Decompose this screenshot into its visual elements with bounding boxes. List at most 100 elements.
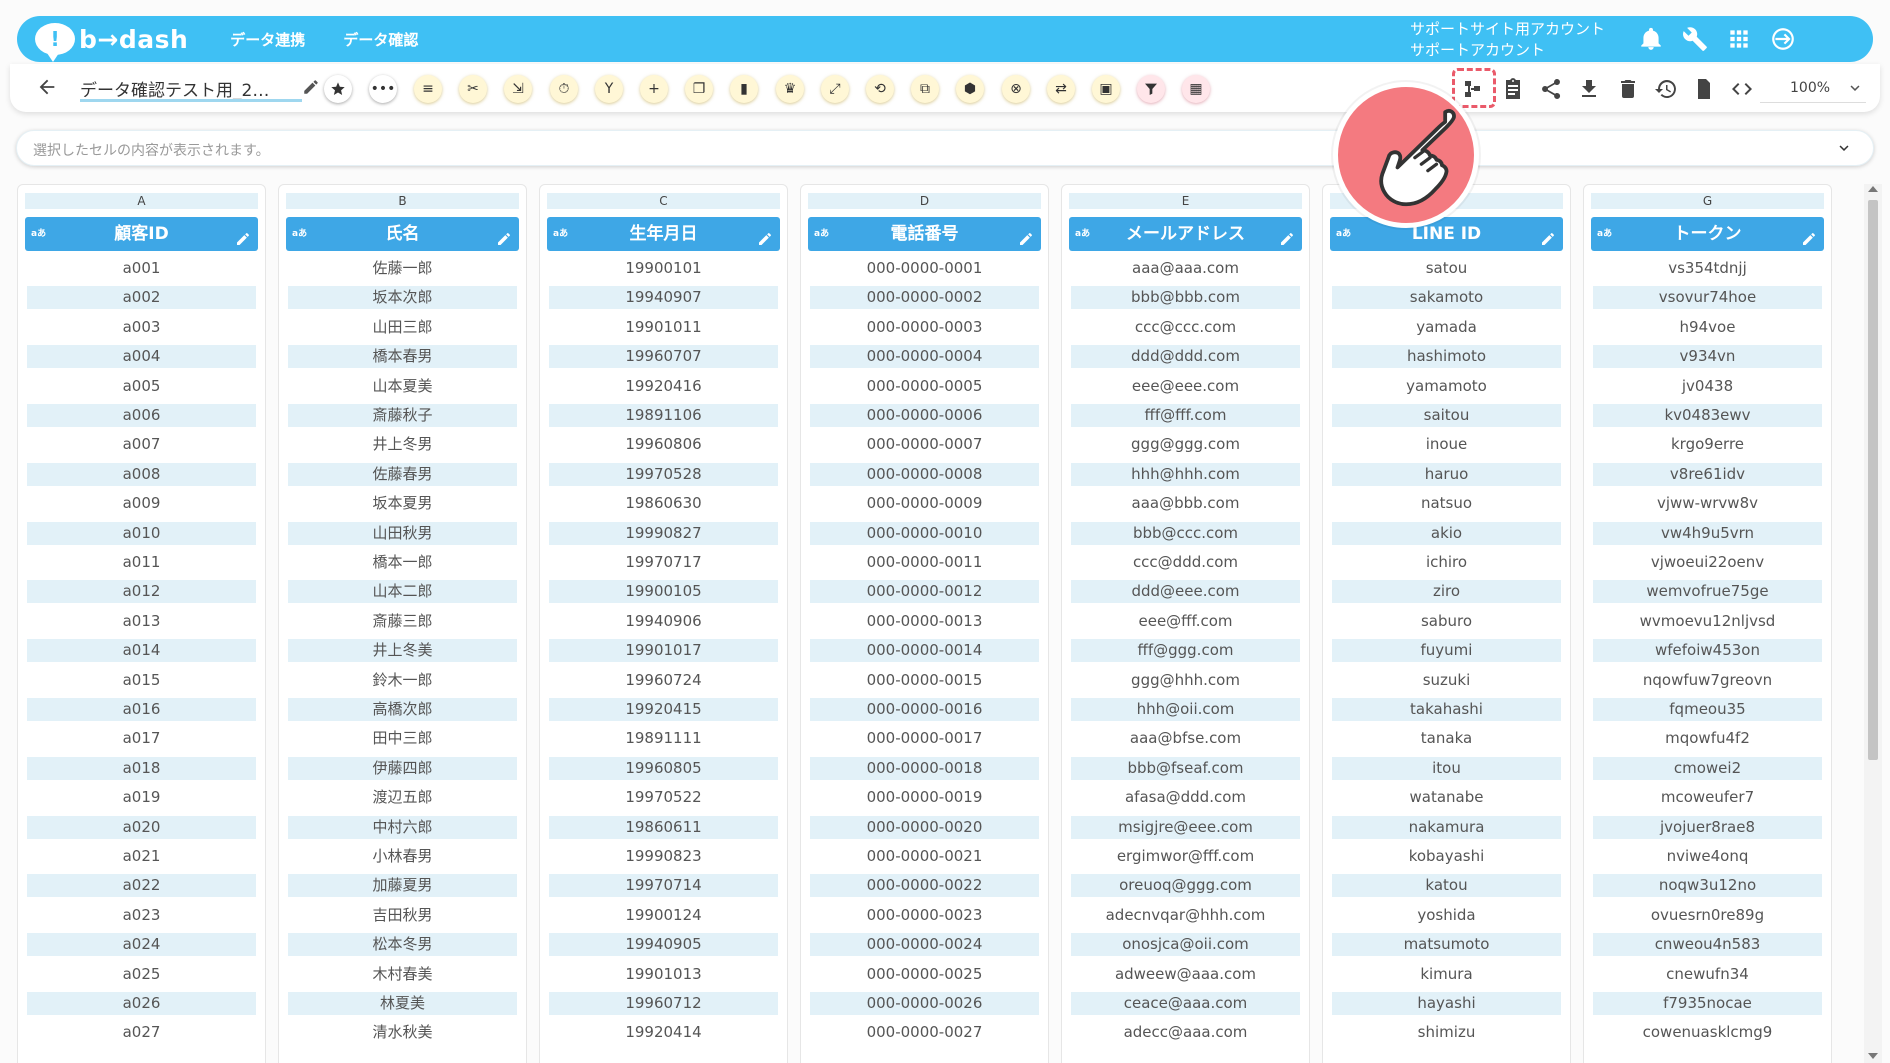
frame-icon[interactable]: ▣ <box>1092 75 1120 103</box>
table-cell[interactable]: fff@fff.com <box>1071 404 1300 427</box>
table-cell[interactable]: 斎藤三郎 <box>288 610 517 633</box>
history-icon[interactable] <box>1652 75 1680 103</box>
table-cell[interactable]: a019 <box>27 786 256 809</box>
table-cell[interactable]: yamada <box>1332 316 1561 339</box>
table-cell[interactable]: 山田三郎 <box>288 316 517 339</box>
column-letter[interactable]: B <box>286 193 519 209</box>
table-cell[interactable]: 000-0000-0019 <box>810 786 1039 809</box>
copy-icon[interactable]: ❐ <box>685 75 713 103</box>
table-cell[interactable]: 000-0000-0022 <box>810 874 1039 898</box>
table-cell[interactable]: bbb@ccc.com <box>1071 521 1300 545</box>
filter-icon[interactable] <box>1137 75 1165 103</box>
table-cell[interactable]: oreuoq@ggg.com <box>1071 874 1300 898</box>
swap-icon[interactable]: ⇄ <box>1047 75 1075 103</box>
column-letter[interactable]: A <box>25 193 258 209</box>
table-cell[interactable]: vjwoeui22oenv <box>1593 551 1822 574</box>
code-icon[interactable] <box>1728 75 1756 103</box>
table-cell[interactable]: hhh@oii.com <box>1071 698 1300 721</box>
table-cell[interactable]: 中村六郎 <box>288 815 517 839</box>
pencil-icon[interactable] <box>1278 225 1296 245</box>
table-cell[interactable]: a024 <box>27 933 256 957</box>
chevron-down-icon[interactable] <box>1835 139 1855 159</box>
scroll-thumb[interactable] <box>1868 200 1878 760</box>
table-cell[interactable]: eee@fff.com <box>1071 610 1300 633</box>
table-cell[interactable]: 000-0000-0017 <box>810 727 1039 750</box>
table-cell[interactable]: watanabe <box>1332 786 1561 809</box>
table-cell[interactable]: 000-0000-0009 <box>810 492 1039 515</box>
table-cell[interactable]: fff@ggg.com <box>1071 639 1300 663</box>
vertical-scrollbar[interactable] <box>1864 184 1882 1063</box>
refresh-file-icon[interactable] <box>1690 75 1718 103</box>
table-cell[interactable]: krgo9erre <box>1593 433 1822 456</box>
zoom-select[interactable]: 100% <box>1760 73 1866 103</box>
account-info[interactable]: サポートサイト用アカウント サポートアカウント <box>1410 19 1605 61</box>
table-cell[interactable]: a007 <box>27 433 256 456</box>
branch-icon[interactable]: Y <box>595 75 623 103</box>
table-cell[interactable]: ggg@hhh.com <box>1071 669 1300 692</box>
nav-data-check[interactable]: データ確認 <box>343 29 418 50</box>
table-cell[interactable]: msigjre@eee.com <box>1071 815 1300 839</box>
column-letter[interactable]: C <box>547 193 780 209</box>
table-cell[interactable]: 19970522 <box>549 786 778 809</box>
table-cell[interactable]: jvojuer8rae8 <box>1593 815 1822 839</box>
repeat-icon[interactable]: ⟲ <box>866 75 894 103</box>
back-arrow-icon[interactable] <box>36 76 58 98</box>
table-cell[interactable]: 19960724 <box>549 669 778 692</box>
table-cell[interactable]: cnweou4n583 <box>1593 933 1822 957</box>
document-title[interactable]: データ確認テスト用_2… <box>80 76 302 102</box>
table-cell[interactable]: a023 <box>27 904 256 927</box>
apps-grid-icon[interactable] <box>1725 25 1753 53</box>
table-cell[interactable]: a009 <box>27 492 256 515</box>
table-cell[interactable]: a017 <box>27 727 256 750</box>
table-cell[interactable]: a002 <box>27 286 256 310</box>
table-cell[interactable]: a018 <box>27 756 256 780</box>
bdash-logo[interactable]: ! b→dash <box>35 23 188 62</box>
table-cell[interactable]: saburo <box>1332 610 1561 633</box>
wrench-icon[interactable] <box>1681 25 1709 53</box>
table-cell[interactable]: mcoweufer7 <box>1593 786 1822 809</box>
table-cell[interactable]: 井上冬男 <box>288 433 517 456</box>
table-cell[interactable]: 000-0000-0002 <box>810 286 1039 310</box>
table-cell[interactable]: kv0483ewv <box>1593 404 1822 427</box>
table-cell[interactable]: 19900101 <box>549 257 778 280</box>
table-cell[interactable]: wfefoiw453on <box>1593 639 1822 663</box>
table-cell[interactable]: a008 <box>27 462 256 486</box>
table-cell[interactable]: 斎藤秋子 <box>288 404 517 427</box>
table-cell[interactable]: bbb@fseaf.com <box>1071 756 1300 780</box>
text-lines-icon[interactable]: ≡ <box>414 75 442 103</box>
table-cell[interactable]: a022 <box>27 874 256 898</box>
column-letter[interactable]: D <box>808 193 1041 209</box>
table-cell[interactable]: takahashi <box>1332 698 1561 721</box>
column-letter[interactable]: G <box>1591 193 1824 209</box>
table-cell[interactable]: sakamoto <box>1332 286 1561 310</box>
table-cell[interactable]: cowenuasklcmg9 <box>1593 1021 1822 1044</box>
table-cell[interactable]: natsuo <box>1332 492 1561 515</box>
table-cell[interactable]: fuyumi <box>1332 639 1561 663</box>
table-cell[interactable]: a025 <box>27 963 256 986</box>
table-cell[interactable]: 橋本一郎 <box>288 551 517 574</box>
table-cell[interactable]: 000-0000-0023 <box>810 904 1039 927</box>
table-cell[interactable]: 19960707 <box>549 345 778 369</box>
table-cell[interactable]: 坂本次郎 <box>288 286 517 310</box>
table-cell[interactable]: 000-0000-0025 <box>810 963 1039 986</box>
pencil-icon[interactable] <box>234 225 252 245</box>
table-cell[interactable]: vjww-wrvw8v <box>1593 492 1822 515</box>
table-cell[interactable]: nviwe4onq <box>1593 845 1822 868</box>
expand-icon[interactable]: ⤢ <box>821 75 849 103</box>
table-cell[interactable]: 佐藤春男 <box>288 462 517 486</box>
table-cell[interactable]: 19860611 <box>549 815 778 839</box>
table-cell[interactable]: a003 <box>27 316 256 339</box>
table-cell[interactable]: ddd@ddd.com <box>1071 345 1300 369</box>
crown-icon[interactable]: ♛ <box>776 75 804 103</box>
table-cell[interactable]: 19970717 <box>549 551 778 574</box>
table-cell[interactable]: hayashi <box>1332 992 1561 1015</box>
table-cell[interactable]: 吉田秋男 <box>288 904 517 927</box>
table-cell[interactable]: 田中三郎 <box>288 727 517 750</box>
trash-icon[interactable] <box>1614 75 1642 103</box>
table-cell[interactable]: 山田秋男 <box>288 521 517 545</box>
table-cell[interactable]: katou <box>1332 874 1561 898</box>
table-cell[interactable]: ceace@aaa.com <box>1071 992 1300 1015</box>
cell-content-bar[interactable]: 選択したセルの内容が表示されます。 <box>16 130 1874 166</box>
table-cell[interactable]: a006 <box>27 404 256 427</box>
table-cell[interactable]: kobayashi <box>1332 845 1561 868</box>
